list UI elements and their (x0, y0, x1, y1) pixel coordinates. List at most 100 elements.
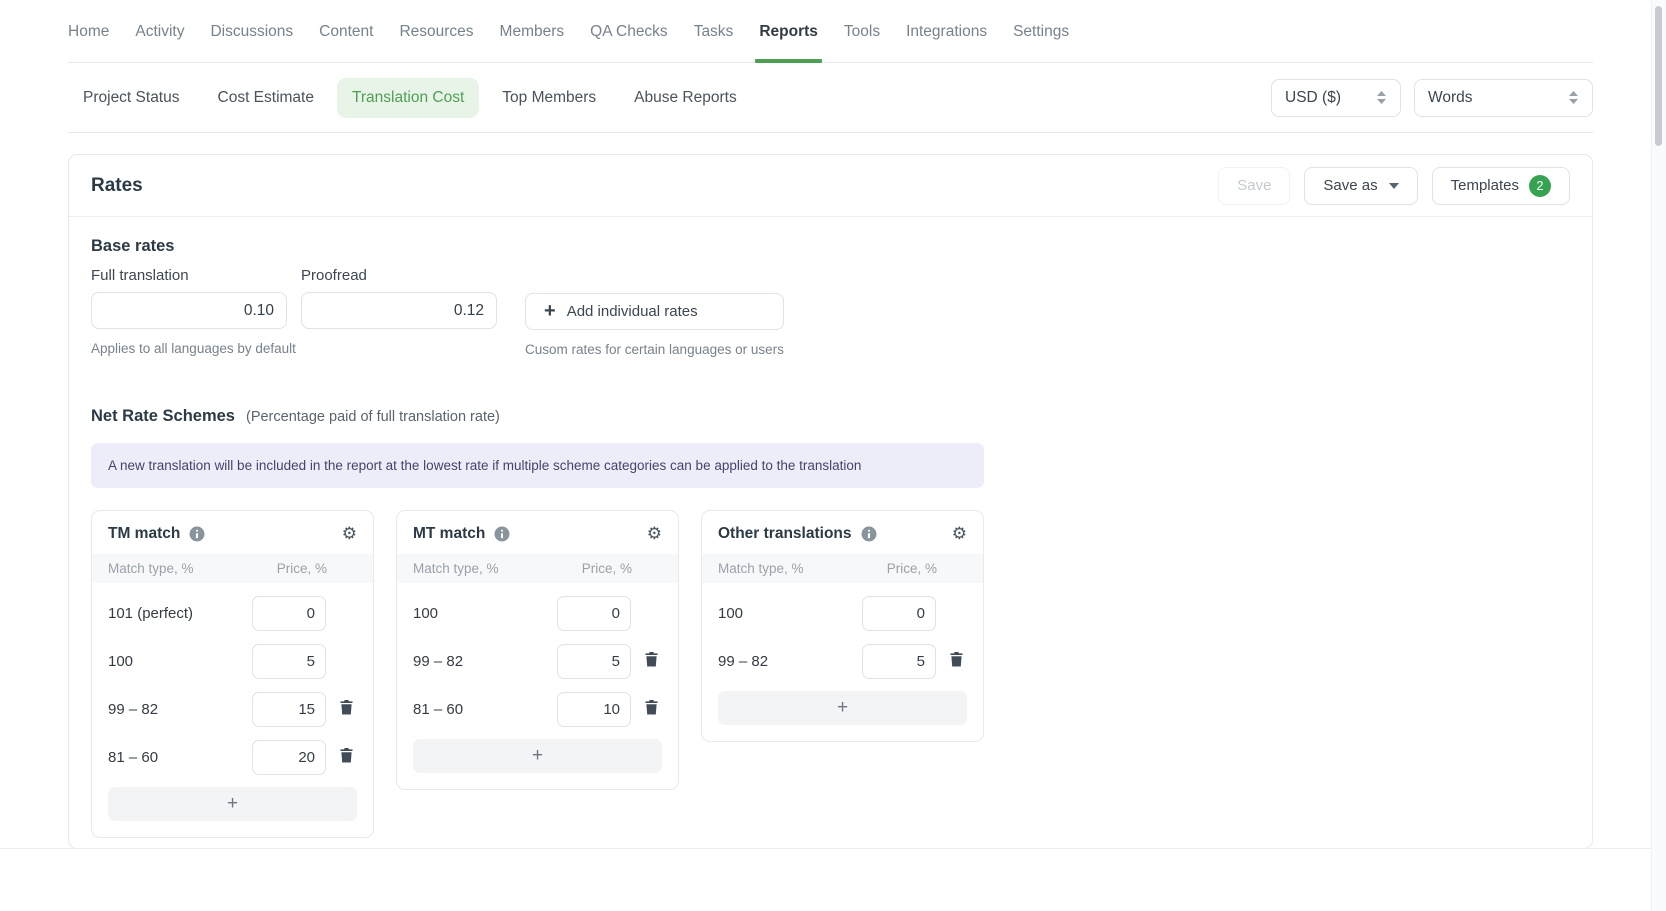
gear-icon[interactable]: ⚙ (647, 526, 662, 543)
price-input[interactable] (862, 596, 936, 631)
net-rate-schemes-heading: Net Rate Schemes (91, 407, 235, 426)
delete-row-button[interactable] (645, 652, 658, 670)
match-range-label: 100 (413, 605, 557, 622)
scheme-row: 100 (108, 637, 357, 685)
scheme-card: MT match ⚙ Match type, % Price, % 100 99… (396, 510, 679, 790)
save-as-button-label: Save as (1323, 177, 1377, 194)
price-input[interactable] (862, 644, 936, 679)
top-nav-item-qa-checks[interactable]: QA Checks (590, 0, 668, 62)
scheme-column-headers: Match type, % Price, % (92, 554, 373, 583)
scheme-rows: 100 99 – 82 81 – 60 (397, 583, 678, 733)
match-range-label: 100 (718, 605, 862, 622)
match-type-column-header: Match type, % (413, 561, 499, 576)
price-input[interactable] (252, 644, 326, 679)
trash-icon (340, 748, 353, 766)
report-tab-cost-estimate[interactable]: Cost Estimate (203, 78, 329, 118)
save-as-button[interactable]: Save as (1304, 167, 1417, 205)
gear-icon[interactable]: ⚙ (342, 526, 357, 543)
add-individual-rates-button[interactable]: + Add individual rates (525, 293, 784, 330)
top-nav-item-tools[interactable]: Tools (844, 0, 880, 62)
trash-icon (340, 700, 353, 718)
scheme-row: 81 – 60 (413, 685, 662, 733)
top-nav-item-tasks[interactable]: Tasks (694, 0, 734, 62)
scheme-title: MT match (413, 525, 485, 543)
templates-button[interactable]: Templates 2 (1432, 167, 1570, 205)
proofread-label: Proofread (301, 267, 497, 284)
top-nav-item-content[interactable]: Content (319, 0, 373, 62)
info-icon[interactable] (861, 526, 877, 542)
info-icon[interactable] (189, 526, 205, 542)
base-rates-hint: Applies to all languages by default (91, 341, 287, 356)
price-input[interactable] (557, 596, 631, 631)
delete-row-button[interactable] (340, 748, 353, 766)
delete-row-button[interactable] (950, 652, 963, 670)
match-type-column-header: Match type, % (108, 561, 194, 576)
scrollbar-track (1651, 0, 1666, 911)
scrollbar-thumb[interactable] (1655, 6, 1662, 146)
top-nav-item-resources[interactable]: Resources (399, 0, 473, 62)
trash-icon (950, 652, 963, 670)
top-nav-item-home[interactable]: Home (68, 0, 109, 62)
scheme-row: 101 (perfect) (108, 589, 357, 637)
scheme-card-header: TM match ⚙ (92, 511, 373, 554)
stepper-icon (1568, 91, 1579, 105)
match-range-label: 81 – 60 (413, 701, 557, 718)
report-units-select[interactable]: Words (1414, 79, 1593, 117)
price-input[interactable] (557, 644, 631, 679)
currency-select[interactable]: USD ($) (1271, 79, 1401, 117)
trash-icon (645, 700, 658, 718)
delete-row-button[interactable] (340, 700, 353, 718)
top-nav-item-members[interactable]: Members (500, 0, 565, 62)
report-units-select-value: Words (1428, 89, 1473, 107)
scheme-row: 100 (718, 589, 967, 637)
price-input[interactable] (252, 692, 326, 727)
lowest-rate-info-banner: A new translation will be included in th… (91, 443, 984, 488)
price-input[interactable] (252, 740, 326, 775)
match-range-label: 99 – 82 (718, 653, 862, 670)
proofread-input[interactable] (301, 292, 497, 329)
match-range-label: 100 (108, 653, 252, 670)
add-scheme-row-button[interactable]: + (108, 787, 357, 821)
full-translation-field: Full translation Applies to all language… (91, 267, 287, 356)
price-column-header: Price, % (887, 561, 937, 576)
price-input[interactable] (557, 692, 631, 727)
scheme-row: 99 – 82 (413, 637, 662, 685)
match-range-label: 81 – 60 (108, 749, 252, 766)
rates-title: Rates (91, 175, 143, 197)
price-input[interactable] (252, 596, 326, 631)
report-tab-top-members[interactable]: Top Members (487, 78, 611, 118)
full-translation-input[interactable] (91, 292, 287, 329)
scheme-column-headers: Match type, % Price, % (702, 554, 983, 583)
top-nav-item-settings[interactable]: Settings (1013, 0, 1069, 62)
add-individual-rates-label: Add individual rates (567, 303, 698, 320)
individual-rates-hint: Cusom rates for certain languages or use… (525, 342, 784, 357)
delete-row-button[interactable] (645, 700, 658, 718)
top-nav-item-integrations[interactable]: Integrations (906, 0, 987, 62)
save-button[interactable]: Save (1218, 167, 1290, 205)
report-tabs: Project StatusCost EstimateTranslation C… (68, 78, 752, 118)
price-column-header: Price, % (277, 561, 327, 576)
match-type-column-header: Match type, % (718, 561, 804, 576)
plus-icon: + (544, 300, 556, 323)
top-nav-item-reports[interactable]: Reports (759, 0, 818, 62)
info-icon[interactable] (494, 526, 510, 542)
currency-select-value: USD ($) (1285, 89, 1341, 107)
report-tab-abuse-reports[interactable]: Abuse Reports (619, 78, 752, 118)
top-nav-item-activity[interactable]: Activity (135, 0, 184, 62)
scheme-title: Other translations (718, 525, 852, 543)
add-scheme-row-button[interactable]: + (413, 739, 662, 773)
chevron-down-icon (1389, 183, 1399, 189)
report-tab-translation-cost[interactable]: Translation Cost (337, 78, 479, 118)
scheme-rows: 100 99 – 82 (702, 583, 983, 685)
match-range-label: 99 – 82 (413, 653, 557, 670)
stepper-icon (1376, 91, 1387, 105)
report-tab-project-status[interactable]: Project Status (68, 78, 195, 118)
top-nav-item-discussions[interactable]: Discussions (210, 0, 293, 62)
gear-icon[interactable]: ⚙ (952, 526, 967, 543)
scheme-card-header: Other translations ⚙ (702, 511, 983, 554)
full-translation-label: Full translation (91, 267, 287, 284)
scheme-row: 100 (413, 589, 662, 637)
add-scheme-row-button[interactable]: + (718, 691, 967, 725)
bottom-divider (0, 848, 1666, 849)
templates-button-label: Templates (1451, 177, 1519, 194)
